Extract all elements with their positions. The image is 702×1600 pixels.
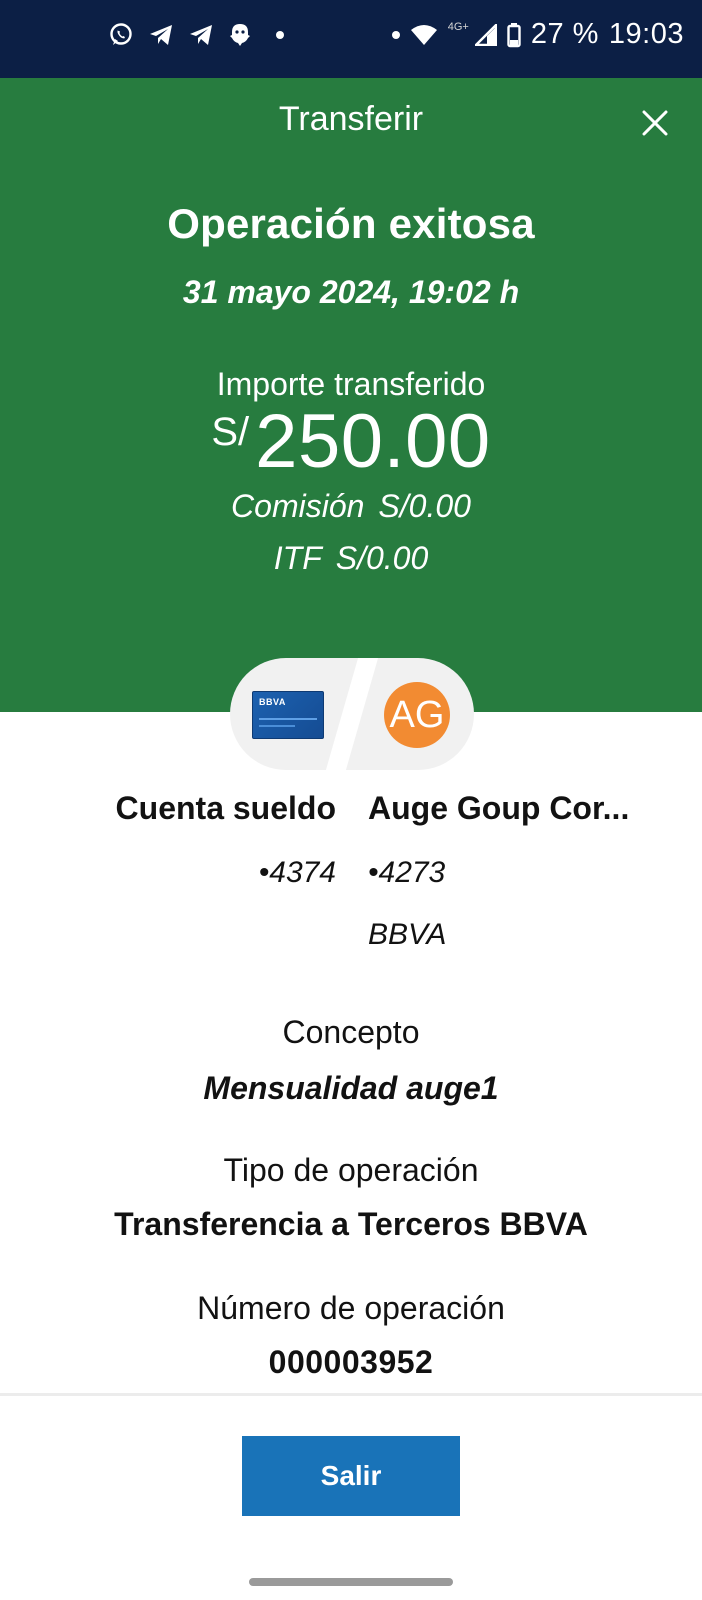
destination-account-name: Auge Goup Cor... (368, 790, 630, 826)
close-button[interactable] (636, 104, 674, 142)
card-brand-label: BBVA (259, 697, 286, 707)
concept-label: Concepto (282, 1014, 420, 1050)
pill-divider (324, 658, 380, 770)
itf-line: ITF S/0.00 (0, 540, 702, 577)
commission-value: S/0.00 (378, 488, 471, 524)
itf-value: S/0.00 (335, 540, 429, 576)
recipient-avatar: AG (384, 682, 450, 748)
system-indicators: 4G+ 27 % 19:03 (382, 18, 684, 51)
battery-icon (507, 22, 521, 48)
clock: 19:03 (608, 18, 684, 50)
notification-icons (108, 22, 284, 48)
currency-symbol: S/ (211, 410, 250, 454)
telegram-icon (148, 23, 174, 47)
amount-value: 250.00 (255, 399, 491, 484)
notification-dot (391, 30, 400, 39)
network-type: 4G+ (447, 20, 469, 33)
account-transfer-pill: BBVA AG (230, 658, 474, 770)
concept-value: Mensualidad auge1 (203, 1070, 499, 1106)
operation-number-value: 000003952 (268, 1344, 434, 1380)
home-indicator[interactable] (249, 1578, 453, 1586)
snapchat-icon (228, 22, 252, 48)
signal-icon (474, 23, 497, 46)
status-bar: 4G+ 27 % 19:03 (0, 0, 702, 78)
card-stripe (259, 718, 317, 720)
destination-account-number: •4273 (368, 856, 446, 889)
operation-type-value: Transferencia a Terceros BBVA (114, 1206, 588, 1242)
operation-type-label: Tipo de operación (223, 1152, 479, 1188)
operation-status-title: Operación exitosa (167, 200, 535, 247)
screen-title: Transferir (278, 100, 424, 138)
footer-divider (0, 1393, 702, 1396)
notification-dot (276, 31, 284, 39)
destination-bank: BBVA (368, 918, 447, 951)
transferred-amount: S/250.00 (0, 404, 702, 480)
whatsapp-icon (108, 22, 134, 48)
exit-button[interactable]: Salir (242, 1436, 460, 1516)
itf-label: ITF (273, 540, 322, 576)
origin-account-name: Cuenta sueldo (115, 790, 336, 826)
commission-label: Comisión (231, 488, 365, 524)
origin-account-number: •4374 (258, 856, 336, 889)
amount-label: Importe transferido (216, 366, 486, 402)
telegram-icon (188, 23, 214, 47)
commission-line: Comisión S/0.00 (0, 488, 702, 525)
operation-number-label: Número de operación (197, 1290, 505, 1326)
bank-card-icon: BBVA (252, 691, 324, 739)
battery-percent: 27 % (530, 18, 599, 50)
wifi-icon (410, 24, 438, 46)
close-icon[interactable] (642, 110, 668, 136)
card-stripe (259, 725, 295, 727)
success-header: Transferir Operación exitosa 31 mayo 202… (0, 78, 702, 712)
operation-datetime: 31 mayo 2024, 19:02 h (182, 274, 520, 310)
